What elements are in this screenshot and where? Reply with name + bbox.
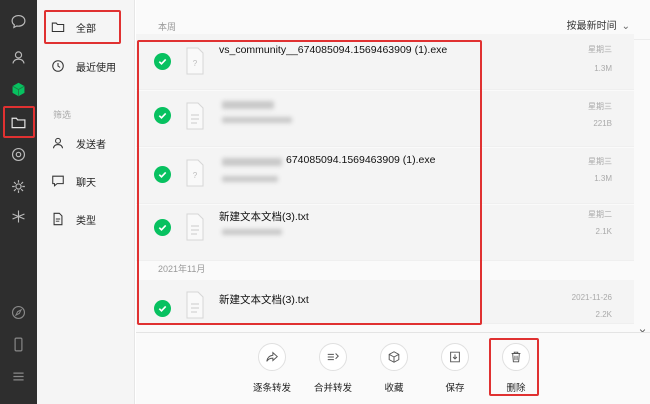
filter-label: 类型 bbox=[76, 215, 96, 227]
filter-group-label: 筛选 bbox=[53, 110, 72, 120]
file-day: 星期二 bbox=[588, 210, 612, 219]
sidebar-item-recent[interactable]: 最近使用 bbox=[51, 54, 116, 78]
filter-label: 聊天 bbox=[76, 177, 96, 189]
file-day: 星期三 bbox=[588, 45, 612, 54]
folder-highlight bbox=[3, 106, 35, 138]
selection-highlight bbox=[137, 40, 482, 325]
compass-icon[interactable] bbox=[9, 303, 28, 322]
file-day: 星期三 bbox=[588, 102, 612, 111]
share-icon bbox=[266, 351, 278, 362]
all-highlight bbox=[44, 10, 121, 44]
favorite-button[interactable]: 收藏 bbox=[369, 343, 419, 394]
file-date: 2021-11-26 bbox=[571, 293, 612, 302]
cube-icon[interactable] bbox=[9, 80, 28, 99]
action-label: 逐条转发 bbox=[252, 383, 291, 394]
download-icon bbox=[450, 351, 460, 363]
filter-label: 发送者 bbox=[76, 139, 106, 151]
forward-one-by-one-button[interactable]: 逐条转发 bbox=[247, 343, 297, 394]
filter-chat[interactable]: 聊天 bbox=[51, 169, 96, 193]
action-bar: 逐条转发 合并转发 收藏 保存 删除 bbox=[136, 332, 650, 404]
phone-icon[interactable] bbox=[9, 335, 28, 354]
contacts-icon[interactable] bbox=[9, 48, 28, 67]
chevron-down-icon: ⌄ bbox=[621, 21, 630, 32]
file-size: 1.3M bbox=[594, 64, 612, 73]
chat-bubble-icon bbox=[52, 175, 64, 187]
file-size: 1.3M bbox=[594, 174, 612, 183]
filter-type[interactable]: 类型 bbox=[51, 207, 96, 231]
moments-icon[interactable] bbox=[9, 145, 28, 164]
document-icon bbox=[53, 212, 63, 226]
sort-dropdown[interactable]: 按最新时间 ⌄ bbox=[567, 17, 630, 32]
sort-label: 按最新时间 bbox=[566, 21, 617, 32]
action-label: 保存 bbox=[445, 383, 465, 394]
file-sidebar: 全部 最近使用 筛选 发送者 聊天 类型 bbox=[37, 0, 135, 404]
action-label: 收藏 bbox=[384, 383, 404, 394]
sparkle-icon[interactable] bbox=[9, 207, 28, 226]
filter-sender[interactable]: 发送者 bbox=[51, 131, 106, 155]
file-size: 2.1K bbox=[595, 227, 612, 236]
file-size: 221B bbox=[593, 119, 612, 128]
clock-icon bbox=[52, 60, 64, 72]
sidebar-item-label: 最近使用 bbox=[76, 62, 116, 74]
menu-icon[interactable] bbox=[9, 367, 28, 386]
settings-gear-icon[interactable] bbox=[9, 177, 28, 196]
section-label: 本周 bbox=[158, 22, 177, 32]
person-icon bbox=[52, 137, 64, 149]
action-label: 合并转发 bbox=[313, 383, 352, 394]
chat-icon[interactable] bbox=[9, 12, 28, 31]
merge-forward-icon bbox=[327, 353, 339, 361]
file-day: 星期三 bbox=[588, 157, 612, 166]
merge-forward-button[interactable]: 合并转发 bbox=[308, 343, 358, 394]
save-button[interactable]: 保存 bbox=[430, 343, 480, 394]
icon-rail bbox=[0, 0, 37, 404]
file-size: 2.2K bbox=[595, 310, 612, 319]
delete-highlight bbox=[489, 338, 539, 396]
cube-favorite-icon bbox=[388, 351, 400, 363]
